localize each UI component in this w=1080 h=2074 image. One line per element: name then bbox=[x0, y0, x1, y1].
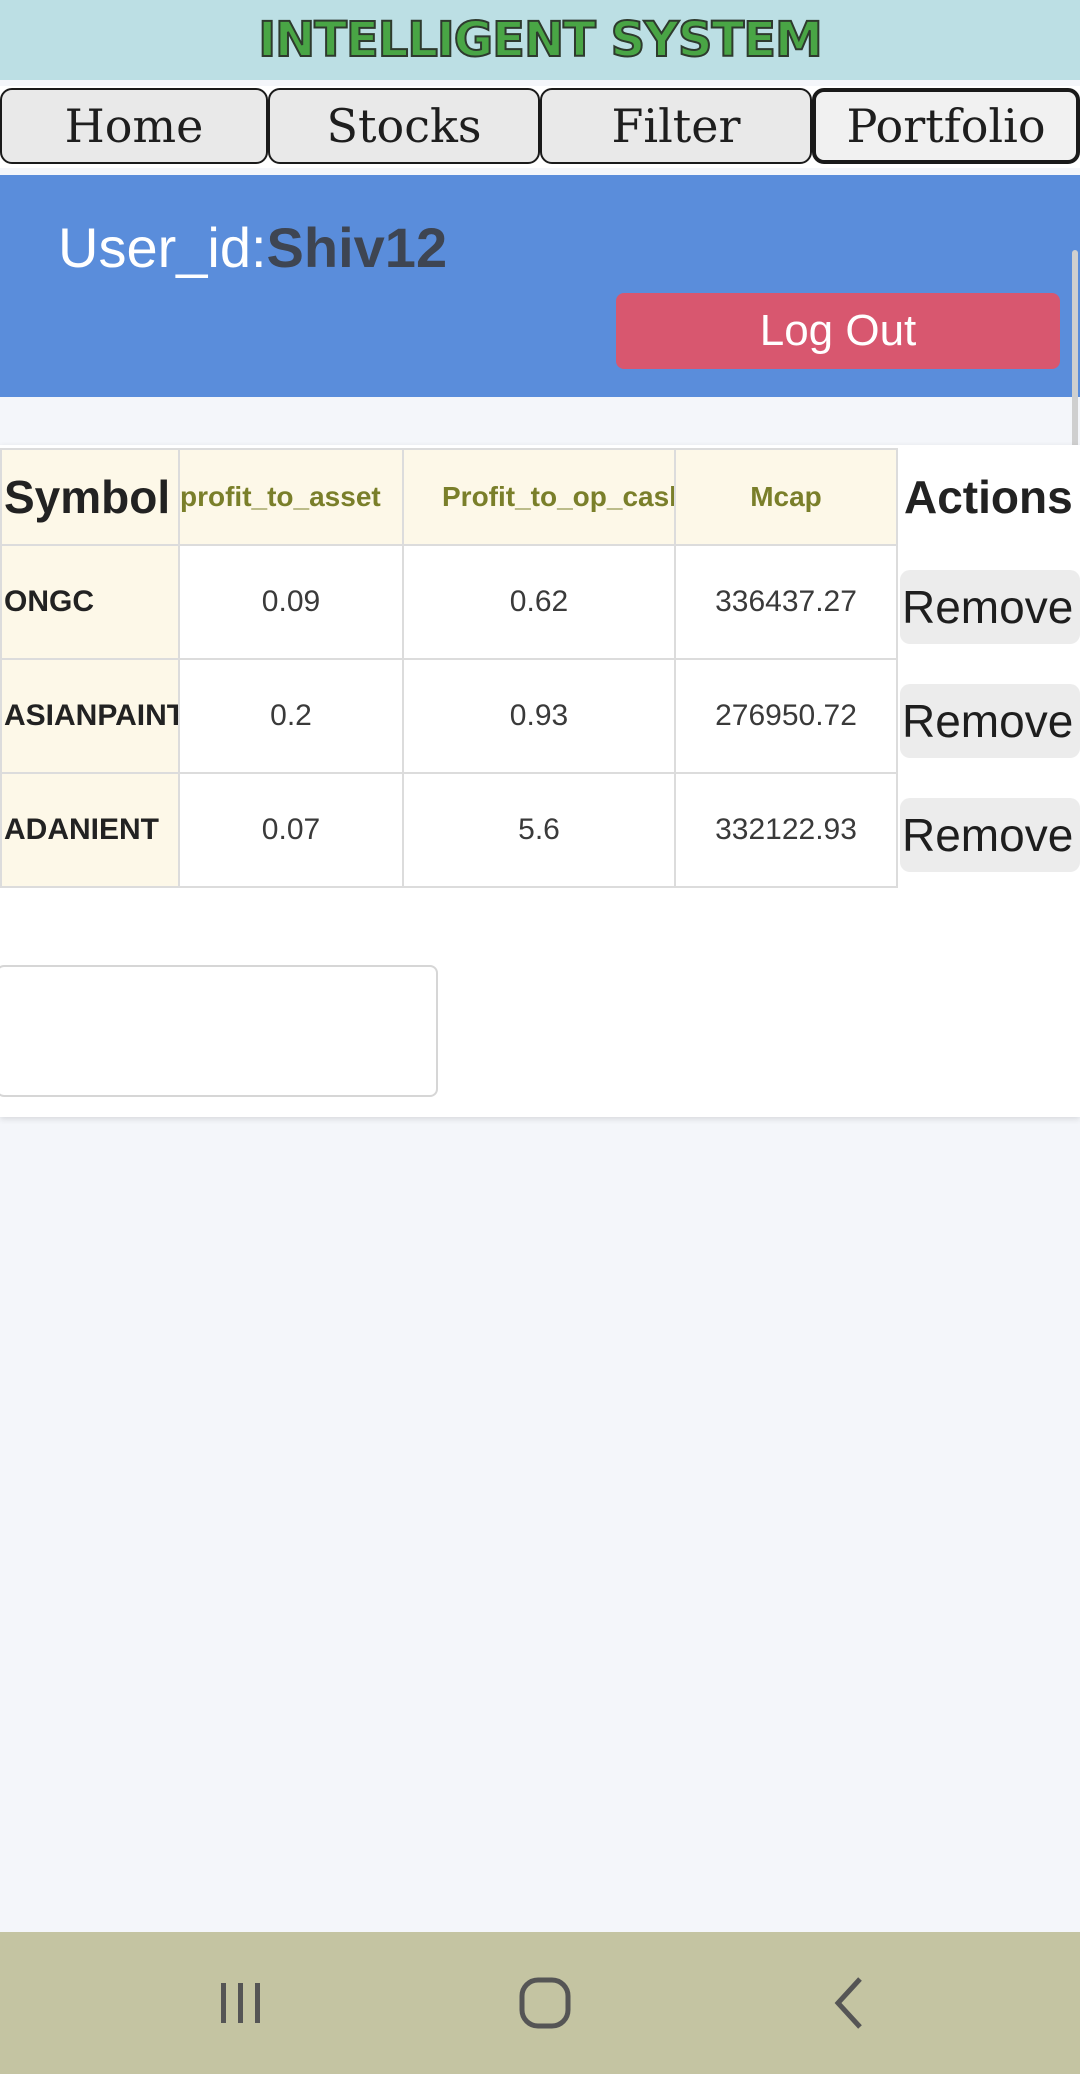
app-title: INTELLIGENT SYSTEM bbox=[257, 11, 824, 69]
cell-profit-to-op-cash: 5.6 bbox=[402, 772, 676, 888]
logout-button[interactable]: Log Out bbox=[616, 293, 1060, 369]
column-header-profit-to-op-cash: Profit_to_op_cash bbox=[402, 448, 676, 546]
tab-filter[interactable]: Filter bbox=[540, 88, 812, 164]
cell-mcap: 332122.93 bbox=[674, 772, 898, 888]
column-header-profit-to-asset: profit_to_asset bbox=[178, 448, 404, 546]
portfolio-table: Symbol profit_to_asset Profit_to_op_cash… bbox=[0, 448, 1080, 888]
cell-actions: Remove bbox=[897, 545, 1080, 659]
user-id-label: User_id: bbox=[58, 216, 267, 279]
column-header-symbol: Symbol bbox=[0, 448, 180, 546]
cell-profit-to-asset: 0.07 bbox=[178, 772, 404, 888]
tab-stocks[interactable]: Stocks bbox=[268, 88, 540, 164]
remove-button[interactable]: Remove bbox=[900, 684, 1080, 758]
cell-actions: Remove bbox=[897, 773, 1080, 887]
table-header-row: Symbol profit_to_asset Profit_to_op_cash… bbox=[0, 448, 1080, 546]
remove-button[interactable]: Remove bbox=[900, 570, 1080, 644]
remove-button[interactable]: Remove bbox=[900, 798, 1080, 872]
cell-symbol: ADANIENT bbox=[0, 772, 179, 888]
cell-mcap: 336437.27 bbox=[674, 544, 898, 660]
column-header-actions: Actions bbox=[897, 449, 1080, 545]
tab-portfolio[interactable]: Portfolio bbox=[812, 88, 1080, 164]
text-input-box[interactable] bbox=[0, 965, 438, 1097]
home-circle-icon[interactable] bbox=[500, 1968, 590, 2038]
user-id-line: User_id:Shiv12 bbox=[58, 215, 447, 280]
cell-mcap: 276950.72 bbox=[674, 658, 898, 774]
cell-profit-to-op-cash: 0.93 bbox=[402, 658, 676, 774]
table-row: ADANIENT 0.07 5.6 332122.93 Remove bbox=[0, 772, 1080, 888]
recent-apps-icon[interactable] bbox=[196, 1968, 286, 2038]
user-panel: User_id:Shiv12 Log Out bbox=[0, 175, 1080, 397]
cell-symbol: ASIANPAINT bbox=[0, 658, 179, 774]
tab-bar: Home Stocks Filter Portfolio bbox=[0, 86, 1080, 168]
cell-symbol: ONGC bbox=[0, 544, 179, 660]
back-chevron-icon[interactable] bbox=[806, 1968, 896, 2038]
cell-actions: Remove bbox=[897, 659, 1080, 773]
user-id-value: Shiv12 bbox=[266, 216, 448, 279]
cell-profit-to-asset: 0.2 bbox=[178, 658, 404, 774]
table-row: ASIANPAINT 0.2 0.93 276950.72 Remove bbox=[0, 658, 1080, 774]
system-navbar bbox=[0, 1932, 1080, 2074]
tab-home[interactable]: Home bbox=[0, 88, 268, 164]
cell-profit-to-op-cash: 0.62 bbox=[402, 544, 676, 660]
table-row: ONGC 0.09 0.62 336437.27 Remove bbox=[0, 544, 1080, 660]
app-header: INTELLIGENT SYSTEM bbox=[0, 0, 1080, 80]
cell-profit-to-asset: 0.09 bbox=[178, 544, 404, 660]
column-header-mcap: Mcap bbox=[674, 448, 898, 546]
